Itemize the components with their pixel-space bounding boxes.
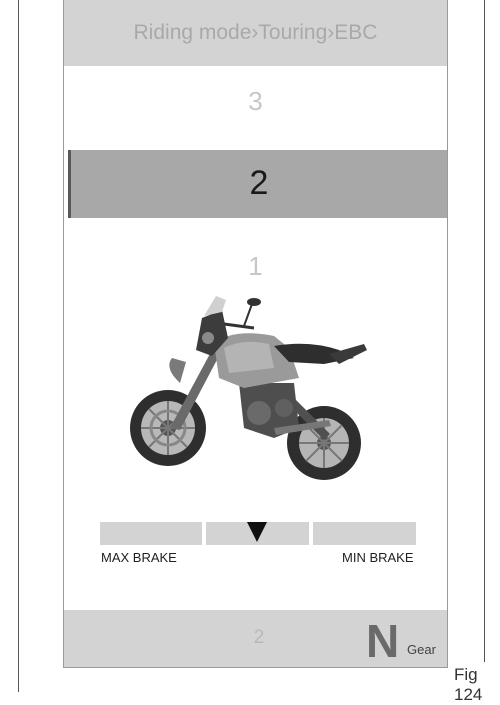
- brake-level-segment-1: [100, 522, 202, 545]
- gear-label: Gear: [407, 642, 436, 657]
- brake-level-segment-3: [313, 522, 416, 545]
- motorcycle-image: [130, 296, 367, 480]
- status-footer: 2 N Gear: [64, 610, 447, 667]
- frame-line-left: [18, 0, 19, 692]
- option-3[interactable]: 3: [64, 86, 447, 117]
- triangle-down-icon: [247, 522, 267, 542]
- selected-option-label: 2: [249, 164, 269, 202]
- figure-caption: Fig 124: [454, 665, 483, 704]
- min-brake-label: MIN BRAKE: [342, 550, 414, 565]
- rear-wheel: [287, 406, 361, 480]
- max-brake-label: MAX BRAKE: [101, 550, 177, 565]
- frame-line-right: [484, 0, 485, 662]
- breadcrumb-header: Riding mode›Touring›EBC: [64, 0, 447, 66]
- option-2-selected[interactable]: 2: [68, 150, 447, 218]
- dashboard-screen: Riding mode›Touring›EBC 3 2 1 MAX BRAKE …: [63, 0, 448, 668]
- breadcrumb: Riding mode›Touring›EBC: [133, 21, 378, 44]
- gear-indicator: N: [366, 615, 400, 667]
- option-1[interactable]: 1: [64, 251, 447, 282]
